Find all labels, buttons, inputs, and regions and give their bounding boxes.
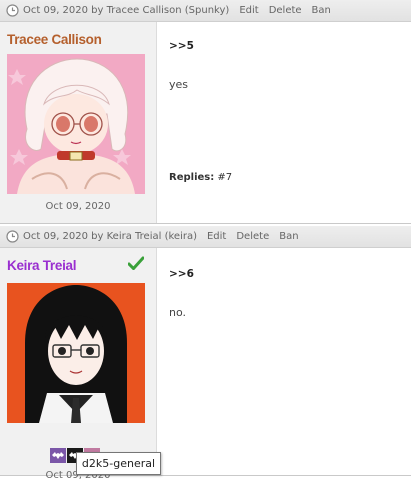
post: Oct 09, 2020 by Keira Treial (keira) Edi… <box>0 226 411 481</box>
avatar[interactable] <box>7 54 145 194</box>
poster-sidebar: Keira Treial Oct 09, 2020 <box>0 248 157 481</box>
post-meta: Oct 09, 2020 by Keira Treial (keira) <box>23 231 197 242</box>
check-icon <box>127 256 145 271</box>
ban-link[interactable]: Ban <box>279 231 298 242</box>
post-number[interactable]: >>6 <box>169 267 194 280</box>
post-number-text: >>5 <box>169 40 194 52</box>
delete-link[interactable]: Delete <box>269 5 302 16</box>
post-body: yes <box>169 78 189 91</box>
post-number[interactable]: >>5 <box>169 39 194 52</box>
clock-icon <box>6 230 19 243</box>
reply-link[interactable]: #7 <box>217 172 232 183</box>
delete-link[interactable]: Delete <box>236 231 269 242</box>
tooltip: d2k5-general <box>76 452 161 475</box>
post-body: no. <box>169 306 187 319</box>
poster-name[interactable]: Keira Treial <box>7 258 77 273</box>
replies-label: Replies: <box>169 172 215 183</box>
avatar[interactable] <box>7 283 145 423</box>
bat-icon[interactable] <box>50 448 66 463</box>
post: Oct 09, 2020 by Tracee Callison (Spunky)… <box>0 0 411 224</box>
ban-link[interactable]: Ban <box>312 5 331 16</box>
post-number-text: >>6 <box>169 268 194 280</box>
poster-name[interactable]: Tracee Callison <box>7 32 102 47</box>
edit-link[interactable]: Edit <box>239 5 258 16</box>
edit-link[interactable]: Edit <box>207 231 226 242</box>
replies: Replies: #7 <box>169 172 232 183</box>
post-meta: Oct 09, 2020 by Tracee Callison (Spunky) <box>23 5 230 16</box>
poster-sidebar: Tracee Callison Oct 09, 2020 <box>0 22 157 223</box>
post-header: Oct 09, 2020 by Keira Treial (keira) Edi… <box>0 226 411 248</box>
clock-icon <box>6 4 19 17</box>
post-header: Oct 09, 2020 by Tracee Callison (Spunky)… <box>0 0 411 22</box>
post-date: Oct 09, 2020 <box>45 201 111 212</box>
